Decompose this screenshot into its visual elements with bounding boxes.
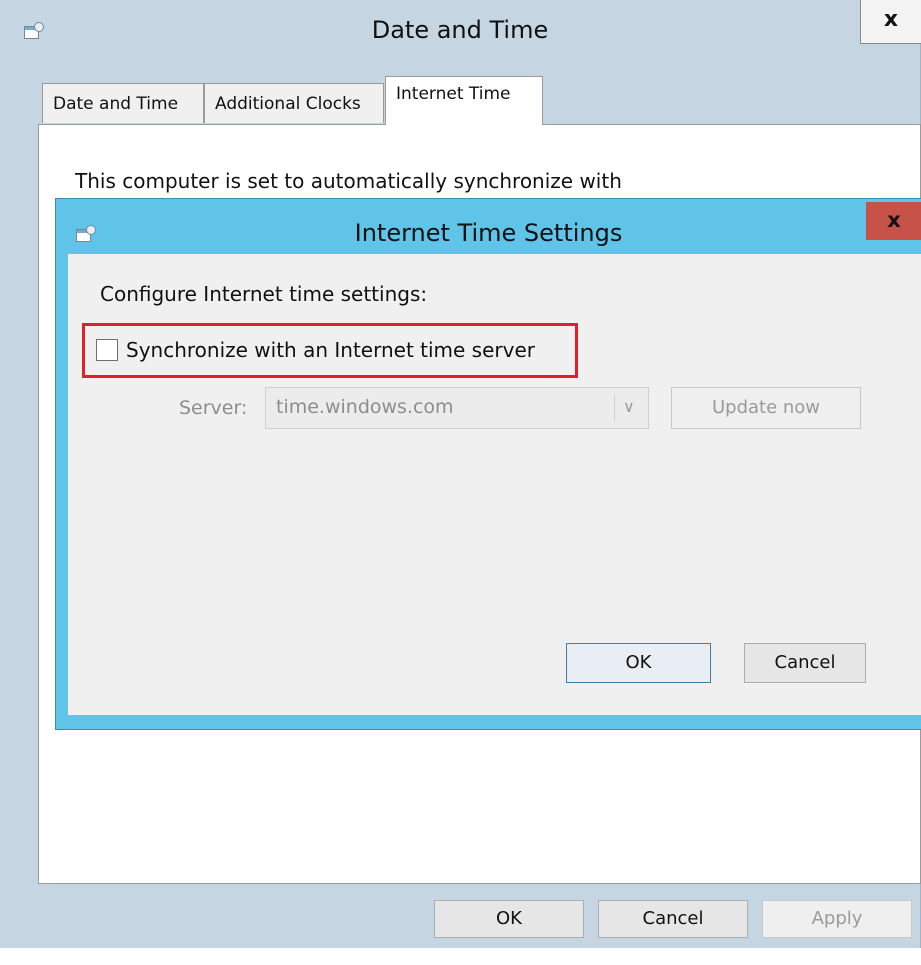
close-icon: x [887, 208, 901, 232]
sync-status-text: This computer is set to automatically sy… [75, 169, 622, 193]
tab-internet-time[interactable]: Internet Time [385, 76, 543, 125]
ok-button-label: OK [496, 908, 522, 929]
internet-time-settings-dialog: Internet Time Settings x Configure Inter… [55, 198, 921, 730]
dialog-body: Configure Internet time settings: Synchr… [68, 254, 921, 715]
cancel-button[interactable]: Cancel [598, 900, 748, 938]
apply-button-label: Apply [811, 908, 863, 929]
dialog-close-button[interactable]: x [866, 202, 921, 240]
update-now-button[interactable]: Update now [671, 387, 861, 429]
update-now-label: Update now [711, 397, 821, 418]
tab-label: Internet Time [396, 84, 511, 104]
window-title: Date and Time [371, 16, 549, 44]
sync-checkbox-label[interactable]: Synchronize with an Internet time server [126, 338, 535, 362]
dialog-cancel-button[interactable]: Cancel [744, 643, 866, 683]
dialog-ok-button[interactable]: OK [566, 643, 711, 683]
apply-button[interactable]: Apply [762, 900, 912, 938]
ok-button[interactable]: OK [434, 900, 584, 938]
tab-label: Additional Clocks [215, 94, 361, 114]
combo-divider [614, 394, 615, 422]
tab-date-and-time[interactable]: Date and Time [42, 83, 204, 123]
close-button[interactable]: x [860, 0, 921, 44]
dialog-cancel-label: Cancel [774, 652, 836, 673]
dialog-title: Internet Time Settings [354, 219, 623, 247]
cancel-button-label: Cancel [642, 908, 704, 929]
sync-checkbox-row[interactable]: Synchronize with an Internet time server [96, 337, 535, 363]
chevron-down-icon[interactable]: ∨ [623, 397, 635, 416]
server-label: Server: [179, 397, 248, 419]
tab-label: Date and Time [53, 94, 179, 114]
server-value: time.windows.com [276, 396, 454, 418]
dialog-heading: Configure Internet time settings: [100, 282, 428, 306]
sync-checkbox[interactable] [96, 339, 118, 361]
close-icon: x [883, 7, 899, 32]
tab-additional-clocks[interactable]: Additional Clocks [204, 83, 384, 123]
dialog-ok-label: OK [625, 652, 652, 673]
server-combobox[interactable]: time.windows.com ∨ [265, 387, 649, 429]
